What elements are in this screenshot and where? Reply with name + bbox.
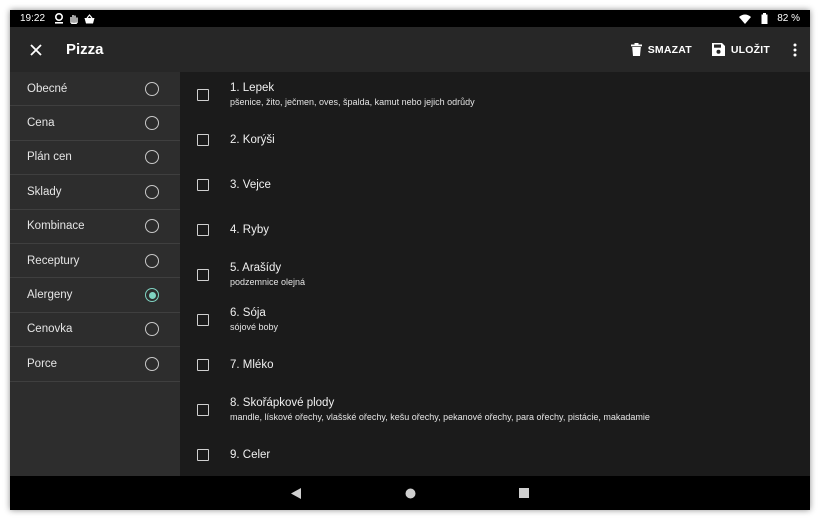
- list-item[interactable]: 8. Skořápkové plody mandle, lískové ořec…: [180, 387, 810, 432]
- location-icon: [53, 13, 65, 25]
- status-bar: 19:22 82 %: [10, 10, 810, 27]
- more-vert-icon: [793, 43, 797, 56]
- list-item-texts: 9. Celer: [230, 432, 270, 477]
- sidebar-item-label: Porce: [27, 357, 58, 370]
- hand-icon: [68, 13, 80, 25]
- list-item[interactable]: 9. Celer: [180, 432, 810, 477]
- battery-icon: [758, 13, 770, 25]
- allergen-name: 9. Celer: [230, 448, 271, 461]
- sidebar: Obecné Cena Plán cen Sklady Kombinace Re…: [10, 72, 180, 476]
- list-item-texts: 6. Sója sójové boby: [230, 297, 278, 342]
- sidebar-item-label: Sklady: [27, 185, 62, 198]
- allergen-detail: pšenice, žito, ječmen, oves, špalda, kam…: [230, 97, 475, 107]
- list-item-texts: 4. Ryby: [230, 207, 269, 252]
- radio-button-selected[interactable]: [145, 288, 159, 303]
- sidebar-item-sklady[interactable]: Sklady: [10, 175, 180, 210]
- system-nav-bar: [10, 476, 810, 510]
- list-item[interactable]: 6. Sója sójové boby: [180, 297, 810, 342]
- sidebar-item-label: Cena: [27, 117, 55, 130]
- save-label: ULOŽIT: [730, 43, 770, 56]
- radio-button[interactable]: [145, 253, 159, 268]
- status-time: 19:22: [20, 13, 46, 24]
- page-title: Pizza: [66, 41, 104, 58]
- battery-level: 82 %: [777, 13, 800, 24]
- delete-button[interactable]: SMAZAT: [621, 27, 702, 72]
- home-icon: [405, 488, 415, 498]
- checkbox[interactable]: [197, 223, 209, 236]
- radio-button[interactable]: [145, 322, 159, 337]
- checkbox[interactable]: [197, 403, 209, 416]
- recents-button[interactable]: [512, 481, 536, 505]
- basket-icon: [83, 13, 95, 25]
- radio-button[interactable]: [145, 356, 159, 371]
- allergen-name: 6. Sója: [230, 307, 266, 319]
- checkbox[interactable]: [197, 133, 209, 146]
- list-item[interactable]: 2. Korýši: [180, 117, 810, 162]
- checkbox[interactable]: [197, 448, 209, 461]
- radio-button[interactable]: [145, 184, 159, 199]
- list-item[interactable]: 3. Vejce: [180, 162, 810, 207]
- sidebar-item-label: Cenovka: [27, 323, 73, 336]
- sidebar-item-cena[interactable]: Cena: [10, 106, 180, 141]
- checkbox[interactable]: [197, 313, 209, 326]
- list-item-texts: 5. Arašídy podzemnice olejná: [230, 252, 305, 297]
- list-item-texts: 1. Lepek pšenice, žito, ječmen, oves, šp…: [230, 72, 475, 117]
- sidebar-item-label: Plán cen: [27, 151, 72, 164]
- sidebar-item-alergeny[interactable]: Alergeny: [10, 278, 180, 313]
- sidebar-item-label: Kombinace: [27, 220, 85, 233]
- list-item-texts: 2. Korýši: [230, 117, 275, 162]
- recents-icon: [519, 488, 529, 498]
- radio-button[interactable]: [145, 81, 159, 96]
- save-icon: [711, 43, 725, 56]
- back-button[interactable]: [284, 481, 308, 505]
- radio-button[interactable]: [145, 219, 159, 234]
- sidebar-item-porce[interactable]: Porce: [10, 347, 180, 382]
- delete-label: SMAZAT: [647, 43, 692, 56]
- sidebar-item-receptury[interactable]: Receptury: [10, 244, 180, 279]
- more-options-button[interactable]: [780, 27, 810, 72]
- allergen-detail: podzemnice olejná: [230, 277, 306, 287]
- sidebar-item-cenovka[interactable]: Cenovka: [10, 313, 180, 348]
- list-item-texts: 7. Mléko: [230, 342, 273, 387]
- back-icon: [291, 487, 301, 499]
- checkbox[interactable]: [197, 358, 209, 371]
- save-button[interactable]: ULOŽIT: [702, 27, 780, 72]
- allergen-name: 7. Mléko: [230, 358, 274, 371]
- sidebar-item-label: Alergeny: [27, 289, 73, 302]
- allergen-name: 8. Skořápkové plody: [230, 397, 335, 409]
- allergen-name: 1. Lepek: [230, 82, 275, 94]
- allergen-name: 3. Vejce: [230, 178, 271, 191]
- app-bar-actions: SMAZAT ULOŽIT: [621, 27, 810, 72]
- allergen-list: 1. Lepek pšenice, žito, ječmen, oves, šp…: [180, 72, 810, 476]
- app-bar: Pizza SMAZAT ULOŽIT: [10, 27, 810, 72]
- list-item[interactable]: 7. Mléko: [180, 342, 810, 387]
- sidebar-item-obecne[interactable]: Obecné: [10, 72, 180, 107]
- radio-button[interactable]: [145, 116, 159, 131]
- allergen-name: 4. Ryby: [230, 223, 269, 236]
- allergen-detail: sójové boby: [230, 322, 279, 332]
- trash-icon: [630, 43, 642, 56]
- close-button[interactable]: [10, 27, 62, 72]
- checkbox[interactable]: [197, 88, 209, 101]
- list-item-texts: 8. Skořápkové plody mandle, lískové ořec…: [230, 387, 650, 432]
- device-screen: 19:22 82 % Pizza SMAZAT ULOŽIT Obecné Ce…: [10, 10, 810, 510]
- allergen-detail: mandle, lískové ořechy, vlašské ořechy, …: [230, 412, 650, 422]
- allergen-name: 5. Arašídy: [230, 262, 282, 274]
- wifi-icon: [739, 13, 752, 25]
- radio-button[interactable]: [145, 150, 159, 165]
- list-item[interactable]: 5. Arašídy podzemnice olejná: [180, 252, 810, 297]
- list-item-texts: 3. Vejce: [230, 162, 271, 207]
- checkbox[interactable]: [197, 268, 209, 281]
- sidebar-item-kombinace[interactable]: Kombinace: [10, 210, 180, 244]
- home-button[interactable]: [398, 481, 422, 505]
- list-item[interactable]: 4. Ryby: [180, 207, 810, 252]
- checkbox[interactable]: [197, 178, 209, 191]
- sidebar-item-label: Obecné: [27, 82, 68, 95]
- list-item[interactable]: 1. Lepek pšenice, žito, ječmen, oves, šp…: [180, 72, 810, 117]
- allergen-name: 2. Korýši: [230, 133, 275, 146]
- sidebar-item-label: Receptury: [27, 254, 80, 267]
- close-icon: [30, 43, 42, 56]
- sidebar-item-plan-cen[interactable]: Plán cen: [10, 141, 180, 176]
- status-right: 82 %: [739, 13, 800, 25]
